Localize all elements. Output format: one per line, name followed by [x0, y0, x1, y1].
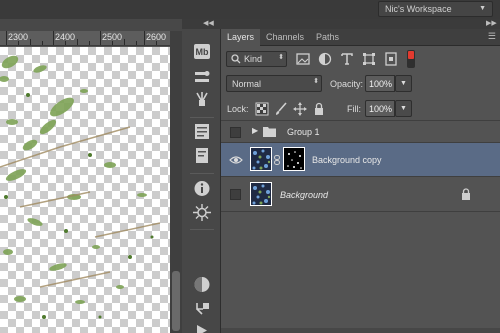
document-canvas[interactable] — [0, 47, 170, 333]
brushes-icon[interactable] — [193, 91, 211, 108]
shape-filter-icon[interactable] — [362, 52, 376, 66]
opacity-input[interactable]: 100% — [365, 75, 395, 92]
opacity-slider-button[interactable]: ▼ — [395, 75, 412, 92]
layers-panel: Layers Channels Paths ☰ Kind ⬍ Normal ⬍ … — [221, 29, 500, 333]
adjustment-filter-icon[interactable] — [318, 52, 332, 66]
filter-kind-select[interactable]: Kind ⬍ — [226, 51, 287, 67]
canvas-image — [0, 55, 161, 319]
chevron-down-icon: ▼ — [479, 5, 486, 12]
collapse-icons-icon[interactable]: ◀◀ — [203, 19, 214, 29]
collapse-panel-icon[interactable]: ▶▶ — [486, 19, 497, 29]
lock-transparent-icon[interactable] — [255, 102, 269, 116]
search-icon — [231, 54, 241, 66]
visibility-toggle[interactable] — [230, 189, 241, 200]
lock-position-icon[interactable] — [293, 102, 307, 116]
workspace-label: Nic's Workspace — [385, 4, 452, 14]
folder-icon — [263, 126, 276, 139]
eye-icon[interactable] — [229, 155, 243, 165]
opacity-label: Opacity: — [330, 79, 364, 89]
chevron-down-icon: ▼ — [400, 105, 407, 112]
lock-image-icon[interactable] — [274, 102, 288, 116]
layer-name[interactable]: Background — [280, 190, 328, 200]
layer-row[interactable]: ▶ Group 1 — [221, 120, 500, 143]
type-filter-icon[interactable] — [340, 52, 354, 66]
actions-icon[interactable] — [193, 322, 211, 333]
lock-all-icon[interactable] — [312, 102, 326, 116]
image-filter-icon[interactable] — [296, 52, 310, 66]
panel-menu-icon[interactable]: ☰ — [488, 31, 496, 42]
opacity-value: 100% — [369, 79, 393, 89]
chevron-down-icon: ▼ — [400, 80, 407, 87]
history-icon[interactable] — [193, 300, 211, 317]
tab-channels[interactable]: Channels — [260, 29, 310, 46]
panel-tab-bar: Layers Channels Paths ☰ — [221, 29, 500, 46]
filter-toggle-icon[interactable] — [407, 50, 415, 68]
navigator-icon[interactable] — [193, 204, 211, 221]
fill-slider-button[interactable]: ▼ — [395, 100, 412, 117]
horizontal-ruler: 2300 2400 2500 2600 — [0, 31, 170, 46]
layer-name[interactable]: Background copy — [312, 155, 382, 165]
chain-link-icon[interactable] — [274, 155, 280, 167]
disclosure-triangle-icon[interactable]: ▶ — [252, 126, 258, 135]
layer-name[interactable]: Group 1 — [287, 127, 320, 137]
paragraph-icon[interactable] — [193, 147, 211, 164]
filter-kind-value: Kind — [244, 54, 263, 64]
chevron-updown-icon: ⬍ — [313, 78, 319, 85]
document-tab-bar — [0, 19, 182, 31]
info-icon[interactable] — [193, 180, 211, 197]
color-icon[interactable] — [193, 276, 211, 293]
layer-row[interactable]: Background — [221, 178, 500, 212]
fill-value: 100% — [369, 104, 393, 114]
lock-label: Lock: — [227, 104, 249, 114]
workspace-switcher[interactable]: Nic's Workspace ▼ — [378, 1, 493, 17]
dock-header — [182, 19, 500, 29]
fill-label: Fill: — [347, 104, 361, 114]
smart-object-filter-icon[interactable] — [384, 52, 398, 66]
scrollbar-thumb[interactable] — [172, 271, 180, 331]
tab-layers[interactable]: Layers — [221, 29, 261, 46]
layer-row-selected[interactable]: Background copy — [221, 143, 500, 177]
mini-bridge-icon[interactable]: Mb — [193, 43, 211, 60]
fill-input[interactable]: 100% — [365, 100, 395, 117]
layers-list: ▶ Group 1 Background copy Background — [221, 118, 500, 333]
layer-thumbnail — [250, 182, 272, 206]
panel-icon-strip: Mb — [182, 29, 221, 333]
blend-mode-select[interactable]: Normal ⬍ — [226, 75, 322, 92]
layer-mask-thumbnail[interactable] — [283, 147, 305, 171]
brush-presets-icon[interactable] — [193, 69, 211, 86]
blend-mode-value: Normal — [232, 79, 262, 89]
lock-icon — [461, 188, 471, 202]
panel-bottom-bar — [221, 328, 500, 333]
visibility-toggle[interactable] — [230, 127, 241, 138]
app-top-bar: Nic's Workspace ▼ — [0, 0, 500, 19]
chevron-updown-icon: ⬍ — [278, 54, 284, 61]
tab-paths[interactable]: Paths — [310, 29, 345, 46]
character-icon[interactable] — [193, 123, 211, 140]
svg-text:Mb: Mb — [196, 47, 209, 57]
layer-thumbnail — [250, 147, 272, 171]
canvas-vertical-scrollbar[interactable] — [170, 31, 182, 333]
